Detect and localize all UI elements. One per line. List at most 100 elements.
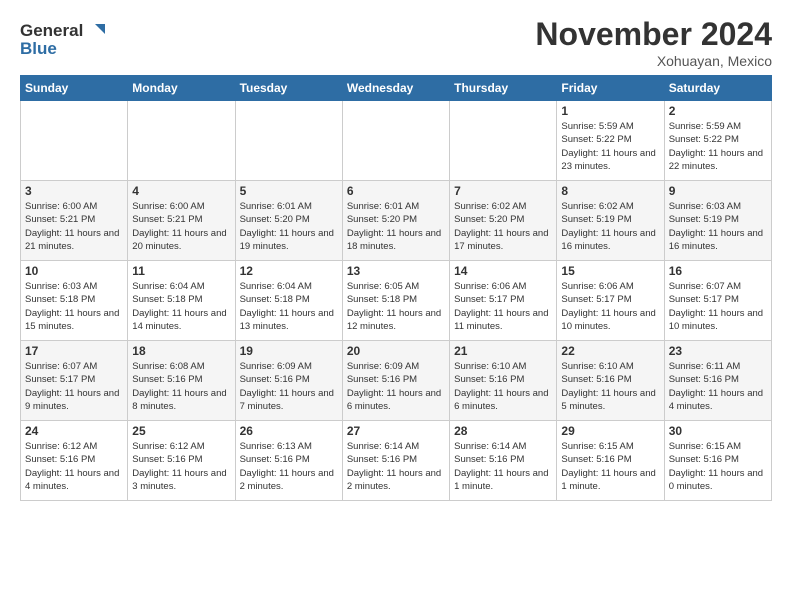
table-row: 12 Sunrise: 6:04 AM Sunset: 5:18 PM Dayli… — [235, 261, 342, 341]
table-row: 9 Sunrise: 6:03 AM Sunset: 5:19 PM Daylig… — [664, 181, 771, 261]
table-row: 17 Sunrise: 6:07 AM Sunset: 5:17 PM Dayli… — [21, 341, 128, 421]
day-info: Sunrise: 6:14 AM Sunset: 5:16 PM Dayligh… — [347, 440, 445, 493]
col-monday: Monday — [128, 76, 235, 101]
calendar-week-row: 3 Sunrise: 6:00 AM Sunset: 5:21 PM Daylig… — [21, 181, 772, 261]
day-info: Sunrise: 5:59 AM Sunset: 5:22 PM Dayligh… — [669, 120, 767, 173]
day-number: 23 — [669, 344, 767, 358]
table-row: 3 Sunrise: 6:00 AM Sunset: 5:21 PM Daylig… — [21, 181, 128, 261]
table-row: 4 Sunrise: 6:00 AM Sunset: 5:21 PM Daylig… — [128, 181, 235, 261]
title-block: November 2024 Xohuayan, Mexico — [535, 16, 772, 69]
calendar-week-row: 17 Sunrise: 6:07 AM Sunset: 5:17 PM Dayli… — [21, 341, 772, 421]
table-row: 27 Sunrise: 6:14 AM Sunset: 5:16 PM Dayli… — [342, 421, 449, 501]
day-number: 8 — [561, 184, 659, 198]
day-number: 17 — [25, 344, 123, 358]
main-container: General Blue November 2024 Xohuayan, Mex… — [0, 0, 792, 511]
day-number: 10 — [25, 264, 123, 278]
calendar-week-row: 10Sunrise: 6:03 AM Sunset: 5:18 PM Dayli… — [21, 261, 772, 341]
location: Xohuayan, Mexico — [535, 53, 772, 69]
table-row: 23Sunrise: 6:11 AM Sunset: 5:16 PM Dayli… — [664, 341, 771, 421]
table-row: 16 Sunrise: 6:07 AM Sunset: 5:17 PM Dayli… — [664, 261, 771, 341]
table-row: 13 Sunrise: 6:05 AM Sunset: 5:18 PM Dayli… — [342, 261, 449, 341]
table-row: 5 Sunrise: 6:01 AM Sunset: 5:20 PM Daylig… — [235, 181, 342, 261]
calendar-header-row: Sunday Monday Tuesday Wednesday Thursday… — [21, 76, 772, 101]
table-row: 24Sunrise: 6:12 AM Sunset: 5:16 PM Dayli… — [21, 421, 128, 501]
table-row — [342, 101, 449, 181]
day-info: Sunrise: 5:59 AM Sunset: 5:22 PM Dayligh… — [561, 120, 659, 173]
day-info: Sunrise: 6:03 AM Sunset: 5:19 PM Dayligh… — [669, 200, 767, 253]
day-info: Sunrise: 6:10 AM Sunset: 5:16 PM Dayligh… — [561, 360, 659, 413]
day-number: 1 — [561, 104, 659, 118]
table-row: 8 Sunrise: 6:02 AM Sunset: 5:19 PM Daylig… — [557, 181, 664, 261]
day-number: 9 — [669, 184, 767, 198]
day-number: 5 — [240, 184, 338, 198]
table-row: 7 Sunrise: 6:02 AM Sunset: 5:20 PM Daylig… — [450, 181, 557, 261]
day-number: 20 — [347, 344, 445, 358]
day-info: Sunrise: 6:01 AM Sunset: 5:20 PM Dayligh… — [240, 200, 338, 253]
day-number: 11 — [132, 264, 230, 278]
table-row — [235, 101, 342, 181]
table-row: 26 Sunrise: 6:13 AM Sunset: 5:16 PM Dayli… — [235, 421, 342, 501]
table-row: 18 Sunrise: 6:08 AM Sunset: 5:16 PM Dayli… — [128, 341, 235, 421]
day-number: 27 — [347, 424, 445, 438]
col-saturday: Saturday — [664, 76, 771, 101]
header: General Blue November 2024 Xohuayan, Mex… — [20, 16, 772, 69]
day-number: 2 — [669, 104, 767, 118]
day-info: Sunrise: 6:04 AM Sunset: 5:18 PM Dayligh… — [240, 280, 338, 333]
day-info: Sunrise: 6:13 AM Sunset: 5:16 PM Dayligh… — [240, 440, 338, 493]
day-number: 6 — [347, 184, 445, 198]
day-number: 19 — [240, 344, 338, 358]
month-title: November 2024 — [535, 16, 772, 53]
day-number: 25 — [132, 424, 230, 438]
day-number: 28 — [454, 424, 552, 438]
day-info: Sunrise: 6:09 AM Sunset: 5:16 PM Dayligh… — [240, 360, 338, 413]
day-info: Sunrise: 6:05 AM Sunset: 5:18 PM Dayligh… — [347, 280, 445, 333]
day-info: Sunrise: 6:02 AM Sunset: 5:20 PM Dayligh… — [454, 200, 552, 253]
day-info: Sunrise: 6:07 AM Sunset: 5:17 PM Dayligh… — [669, 280, 767, 333]
calendar-week-row: 1 Sunrise: 5:59 AM Sunset: 5:22 PM Daylig… — [21, 101, 772, 181]
day-number: 7 — [454, 184, 552, 198]
col-friday: Friday — [557, 76, 664, 101]
table-row: 19 Sunrise: 6:09 AM Sunset: 5:16 PM Dayli… — [235, 341, 342, 421]
day-number: 22 — [561, 344, 659, 358]
day-info: Sunrise: 6:10 AM Sunset: 5:16 PM Dayligh… — [454, 360, 552, 413]
table-row: 14 Sunrise: 6:06 AM Sunset: 5:17 PM Dayli… — [450, 261, 557, 341]
table-row: 1 Sunrise: 5:59 AM Sunset: 5:22 PM Daylig… — [557, 101, 664, 181]
table-row — [128, 101, 235, 181]
table-row: 20Sunrise: 6:09 AM Sunset: 5:16 PM Dayli… — [342, 341, 449, 421]
day-number: 29 — [561, 424, 659, 438]
day-info: Sunrise: 6:12 AM Sunset: 5:16 PM Dayligh… — [132, 440, 230, 493]
day-number: 16 — [669, 264, 767, 278]
day-info: Sunrise: 6:01 AM Sunset: 5:20 PM Dayligh… — [347, 200, 445, 253]
day-number: 3 — [25, 184, 123, 198]
day-number: 15 — [561, 264, 659, 278]
day-info: Sunrise: 6:00 AM Sunset: 5:21 PM Dayligh… — [132, 200, 230, 253]
table-row: 10Sunrise: 6:03 AM Sunset: 5:18 PM Dayli… — [21, 261, 128, 341]
day-number: 21 — [454, 344, 552, 358]
day-number: 30 — [669, 424, 767, 438]
day-info: Sunrise: 6:04 AM Sunset: 5:18 PM Dayligh… — [132, 280, 230, 333]
day-number: 18 — [132, 344, 230, 358]
table-row: 2 Sunrise: 5:59 AM Sunset: 5:22 PM Daylig… — [664, 101, 771, 181]
day-info: Sunrise: 6:02 AM Sunset: 5:19 PM Dayligh… — [561, 200, 659, 253]
calendar-week-row: 24Sunrise: 6:12 AM Sunset: 5:16 PM Dayli… — [21, 421, 772, 501]
day-number: 13 — [347, 264, 445, 278]
table-row: 25 Sunrise: 6:12 AM Sunset: 5:16 PM Dayli… — [128, 421, 235, 501]
day-info: Sunrise: 6:06 AM Sunset: 5:17 PM Dayligh… — [454, 280, 552, 333]
day-info: Sunrise: 6:15 AM Sunset: 5:16 PM Dayligh… — [561, 440, 659, 493]
day-info: Sunrise: 6:00 AM Sunset: 5:21 PM Dayligh… — [25, 200, 123, 253]
table-row — [21, 101, 128, 181]
col-thursday: Thursday — [450, 76, 557, 101]
col-sunday: Sunday — [21, 76, 128, 101]
logo: General Blue — [20, 20, 107, 59]
day-number: 14 — [454, 264, 552, 278]
day-info: Sunrise: 6:07 AM Sunset: 5:17 PM Dayligh… — [25, 360, 123, 413]
day-number: 4 — [132, 184, 230, 198]
day-info: Sunrise: 6:08 AM Sunset: 5:16 PM Dayligh… — [132, 360, 230, 413]
day-info: Sunrise: 6:14 AM Sunset: 5:16 PM Dayligh… — [454, 440, 552, 493]
day-info: Sunrise: 6:12 AM Sunset: 5:16 PM Dayligh… — [25, 440, 123, 493]
table-row: 28 Sunrise: 6:14 AM Sunset: 5:16 PM Dayli… — [450, 421, 557, 501]
col-tuesday: Tuesday — [235, 76, 342, 101]
day-number: 12 — [240, 264, 338, 278]
day-number: 26 — [240, 424, 338, 438]
table-row — [450, 101, 557, 181]
